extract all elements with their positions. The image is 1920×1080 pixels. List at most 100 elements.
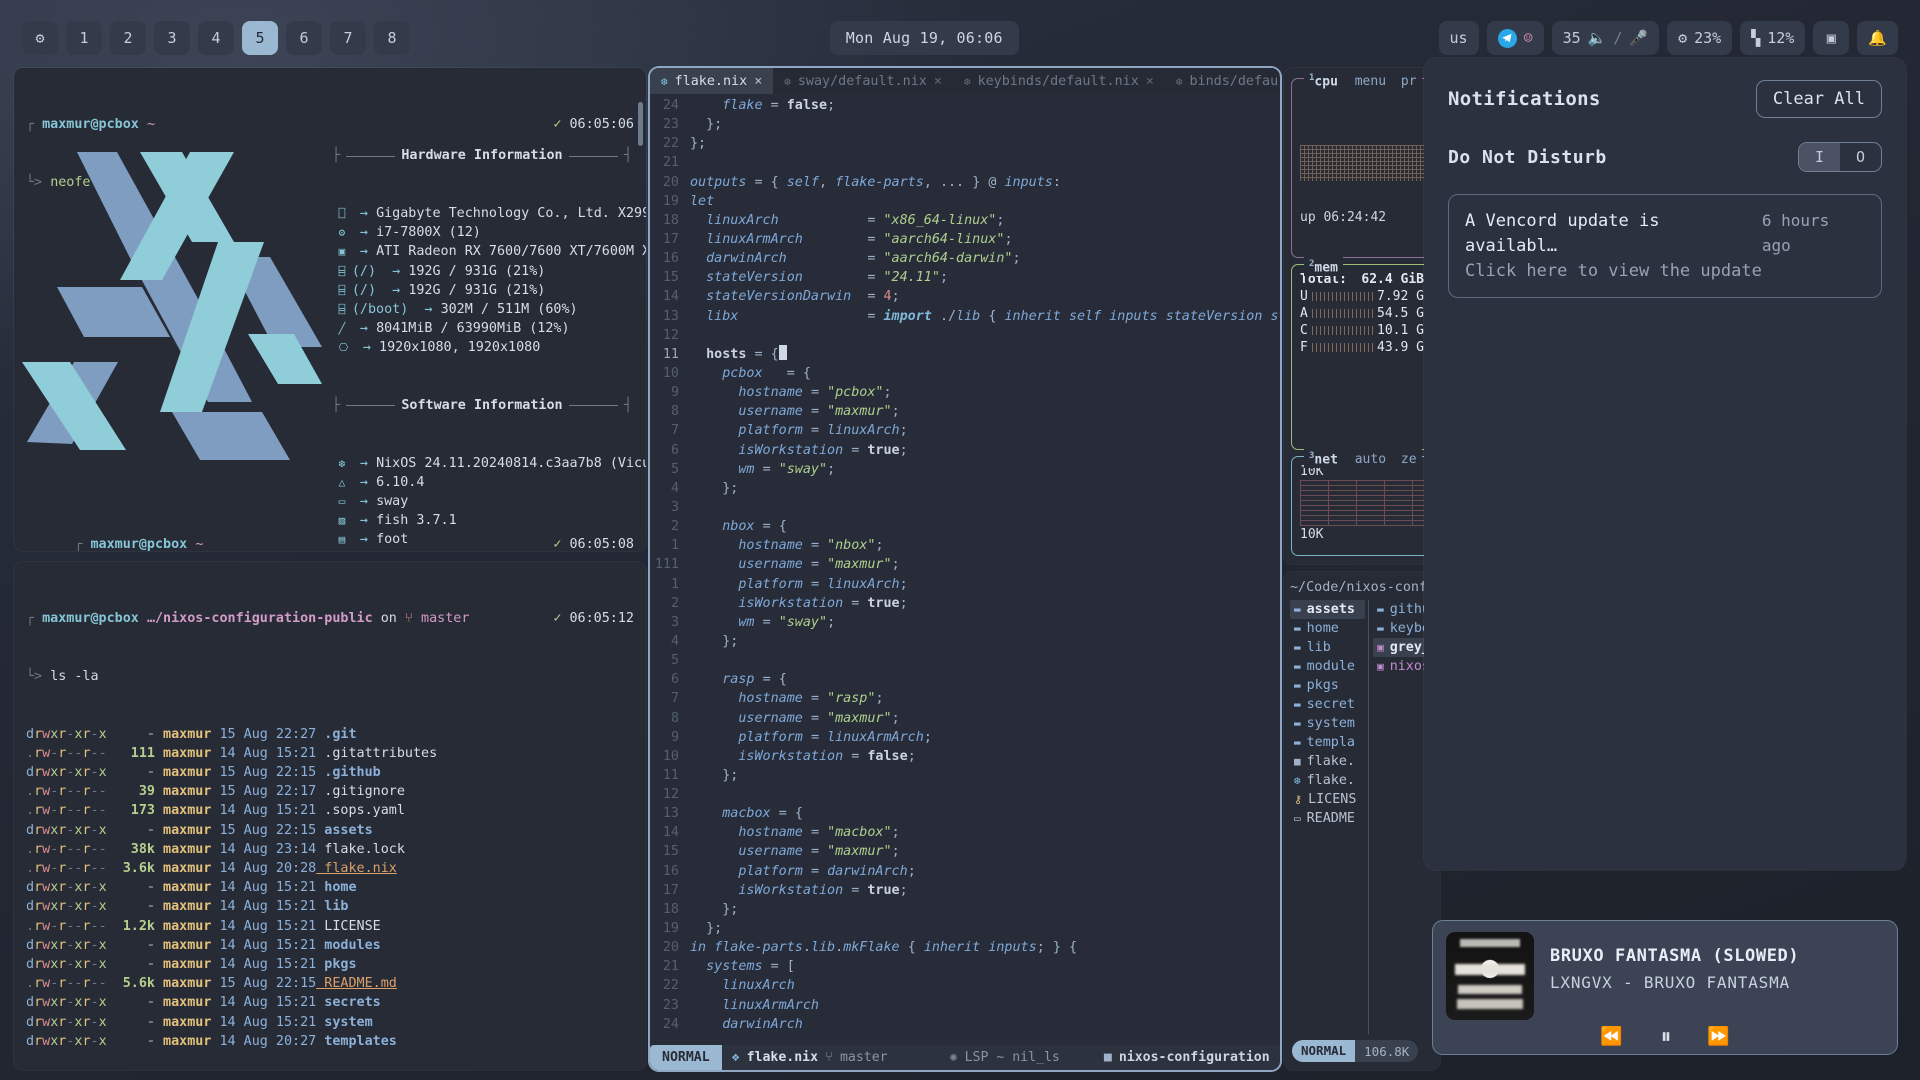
editor-window-neovim[interactable]: ❆ flake.nix × ❆ sway/default.nix × ❆ keybinds/d…	[650, 68, 1280, 1070]
workspace-button-5[interactable]: 5	[242, 21, 278, 55]
yazi-item[interactable]: ▬ pkgs	[1290, 676, 1365, 695]
toggle-on-option[interactable]: I	[1799, 143, 1840, 171]
close-icon[interactable]: ×	[1146, 74, 1154, 89]
workspace-button-6[interactable]: 6	[286, 21, 322, 55]
file-size: 173	[106, 803, 155, 819]
file-name[interactable]: .sops.yaml	[316, 803, 405, 818]
editor-line: 11 };	[650, 766, 1280, 785]
file-name[interactable]: assets	[316, 823, 372, 838]
yazi-item[interactable]: ❆ flake.	[1290, 771, 1365, 790]
workspace-button-8[interactable]: 8	[374, 21, 410, 55]
yazi-item[interactable]: ▬ lib	[1290, 638, 1365, 657]
btop-cpu-preset[interactable]: pr	[1401, 74, 1417, 89]
file-name[interactable]: secrets	[316, 995, 380, 1010]
hardware-value: 1920x1080, 1920x1080	[379, 340, 541, 356]
file-date: 14 Aug 15:21	[211, 995, 317, 1011]
fast-forward-icon[interactable]: ⏩	[1707, 1026, 1729, 1047]
file-name[interactable]: .gitignore	[316, 784, 405, 799]
workspace-button-1[interactable]: 1	[66, 21, 102, 55]
file-name[interactable]: flake.nix	[316, 861, 397, 876]
file-name[interactable]: .github	[316, 765, 380, 780]
notification-item[interactable]: A Vencord update is availabl… 6 hours ago…	[1448, 194, 1882, 298]
terminal-window-ls[interactable]: ┌ maxmur@pcbox …/nixos-configuration-pub…	[14, 562, 646, 1070]
editor-tab-keybinds-default-nix[interactable]: ❆ keybinds/default.nix ×	[953, 68, 1165, 94]
brightness-value: 23%	[1694, 28, 1722, 47]
hardware-value: 192G / 931G (21%)	[408, 263, 546, 279]
file-listing-row: drwxr-xr-x - maxmur 15 Aug 22:15 .github	[26, 763, 634, 782]
workspace-button-4[interactable]: 4	[198, 21, 234, 55]
terminal-scrollbar[interactable]	[638, 102, 643, 146]
close-icon[interactable]: ×	[754, 74, 762, 89]
yazi-item[interactable]: ▬ home	[1290, 619, 1365, 638]
yazi-parent-column[interactable]: ▬ assets ▬ home ▬ lib ▬ module ▬ pkgs ▬ secret ▬ syst…	[1290, 600, 1370, 1034]
editor-line: 22};	[650, 134, 1280, 153]
brightness-button[interactable]: ⚙ 23%	[1667, 21, 1733, 55]
track-artist: LXNGVX - BRUXO FANTASMA	[1550, 973, 1790, 992]
toggle-off-option[interactable]: O	[1840, 143, 1881, 171]
btop-mem-box: 2mem Total: 62.4 GiB U 7.92 G A 54.5 G C 10.1…	[1291, 256, 1433, 450]
cpu-button[interactable]: ▚ 12%	[1740, 21, 1806, 55]
rewind-icon[interactable]: ⏪	[1600, 1026, 1622, 1047]
terminal-window-neofetch[interactable]: ┌ maxmur@pcbox ~ ✓ 06:05:06 └> neofetch ├…	[14, 68, 646, 551]
btop-net-zero[interactable]: ze	[1401, 452, 1417, 467]
file-name[interactable]: modules	[316, 938, 380, 953]
yazi-item[interactable]: ▬ system	[1290, 714, 1365, 733]
file-name[interactable]: lib	[316, 899, 348, 914]
editor-tab-flake-nix[interactable]: ❆ flake.nix ×	[650, 68, 774, 94]
editor-line: 13 libx = import ./lib { inherit self in…	[650, 307, 1280, 326]
chart-icon: ▚	[1751, 28, 1761, 47]
editor-line: 4 };	[650, 479, 1280, 498]
file-manager-window-yazi[interactable]: ~/Code/nixos-config ▬ assets ▬ home ▬ lib ▬ mod…	[1284, 572, 1440, 1070]
notifications-button[interactable]: 🔔	[1857, 21, 1898, 55]
btop-net-mode[interactable]: auto	[1355, 452, 1386, 467]
file-name[interactable]: .git	[316, 727, 356, 742]
do-not-disturb-toggle[interactable]: I O	[1798, 142, 1882, 172]
software-row: ▭ → sway	[332, 492, 632, 511]
btop-cpu-menu[interactable]: menu	[1355, 74, 1386, 89]
clear-all-button[interactable]: Clear All	[1755, 80, 1882, 118]
file-name[interactable]: flake.lock	[316, 842, 405, 857]
file-name[interactable]: README.md	[316, 976, 397, 991]
file-name[interactable]: system	[316, 1015, 372, 1030]
screenshot-button[interactable]: ▣	[1813, 21, 1850, 55]
audio-button[interactable]: 35 🔈 / 🎤	[1551, 21, 1660, 55]
workspace-button-3[interactable]: 3	[154, 21, 190, 55]
workspace-button-2[interactable]: 2	[110, 21, 146, 55]
yazi-item[interactable]: ▬ module	[1290, 657, 1365, 676]
notification-list: A Vencord update is availabl… 6 hours ago…	[1448, 194, 1882, 298]
arrow-icon: →	[351, 455, 377, 471]
file-name[interactable]: pkgs	[316, 957, 356, 972]
close-icon[interactable]: ×	[934, 74, 942, 89]
yazi-item[interactable]: ▭ README	[1290, 809, 1365, 828]
workspace-button-7[interactable]: 7	[330, 21, 366, 55]
yazi-item[interactable]: ▬ templa	[1290, 733, 1365, 752]
yazi-item[interactable]: ⚷ LICENS	[1290, 790, 1365, 809]
file-name[interactable]: LICENSE	[316, 919, 380, 934]
hardware-row: ⎕ → Gigabyte Technology Co., Ltd. X299	[332, 204, 646, 223]
editor-line-text: libx = import ./lib { inherit self input…	[706, 308, 1280, 324]
pause-icon[interactable]: ⏸	[1661, 1024, 1671, 1049]
nix-icon: ❆	[963, 74, 971, 88]
editor-line-text: wm = "sway";	[738, 461, 836, 477]
editor-line: 10 isWorkstation = false;	[650, 747, 1280, 766]
yazi-item[interactable]: ▬ assets	[1290, 600, 1366, 619]
yazi-item[interactable]: ▬ secret	[1290, 695, 1365, 714]
file-name[interactable]: home	[316, 880, 356, 895]
clock[interactable]: Mon Aug 19, 06:06	[829, 21, 1019, 55]
file-name[interactable]: templates	[316, 1034, 397, 1049]
hardware-section-title: Hardware Information	[401, 148, 563, 164]
discord-icon[interactable]: ☺	[1524, 30, 1533, 46]
system-monitor-window-btop[interactable]: 1cpu menu pr up 06:24:42 2mem Total: 62.…	[1284, 68, 1440, 564]
editor-tab-sway-default-nix[interactable]: ❆ sway/default.nix ×	[773, 68, 953, 94]
yazi-item[interactable]: ■ flake.	[1290, 752, 1365, 771]
media-player[interactable]: BRUXO FANTASMA (SLOWED) LXNGVX - BRUXO F…	[1432, 920, 1898, 1055]
btop-mem-bar	[1311, 326, 1374, 335]
editor-code-area[interactable]: 24 flake = false; 23 }; 22}; 21 20 outputs = …	[650, 94, 1280, 1045]
editor-tab-binds-default-nix[interactable]: ❆binds/default.nix×	[1165, 68, 1280, 94]
workspace-button-settings[interactable]: ⚙	[22, 21, 58, 55]
keyboard-layout-button[interactable]: us	[1438, 21, 1479, 55]
file-owner: maxmur	[155, 918, 212, 934]
system-tray[interactable]: ☺	[1486, 21, 1544, 55]
telegram-icon[interactable]	[1497, 28, 1517, 48]
file-name[interactable]: .gitattributes	[316, 746, 437, 761]
